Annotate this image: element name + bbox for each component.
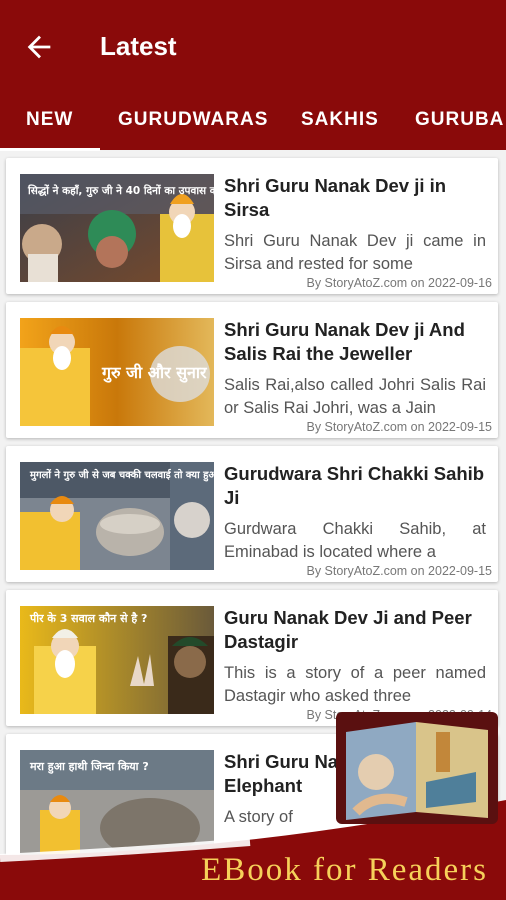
post-meta: By StoryAtoZ.com on 2022-09-16 bbox=[306, 276, 492, 290]
post-card[interactable]: गुरु जी और सुनार Shri Guru Nanak Dev ji … bbox=[6, 302, 498, 438]
tab-gurubani[interactable]: GURUBA bbox=[415, 109, 504, 131]
thumbnail-caption: पीर के 3 सवाल कौन से है ? bbox=[29, 611, 147, 625]
post-card[interactable]: सिद्धों ने कहाँ, गुरु जी ने 40 दिनों का … bbox=[6, 158, 498, 294]
post-thumbnail: मुगलों ने गुरु जी से जब चक्की चलवाई तो क… bbox=[20, 462, 214, 570]
tab-sakhis[interactable]: SAKHIS bbox=[301, 109, 379, 131]
post-card[interactable]: मुगलों ने गुरु जी से जब चक्की चलवाई तो क… bbox=[6, 446, 498, 582]
post-meta: By StoryAtoZ.com on 2022-09-15 bbox=[306, 564, 492, 578]
page-title: Latest bbox=[100, 31, 177, 61]
promo-text[interactable]: EBook for Readers bbox=[0, 852, 488, 889]
thumbnail-caption: मरा हुआ हाथी जिन्दा किया ? bbox=[29, 759, 149, 774]
post-thumbnail: सिद्धों ने कहाँ, गुरु जी ने 40 दिनों का … bbox=[20, 174, 214, 282]
post-thumbnail: गुरु जी और सुनार bbox=[20, 318, 214, 426]
active-tab-indicator bbox=[0, 148, 100, 151]
post-title[interactable]: Shri Guru Nanak Dev ji in Sirsa bbox=[224, 174, 486, 222]
post-thumbnail: पीर के 3 सवाल कौन से है ? bbox=[20, 606, 214, 714]
tab-gurudwaras[interactable]: GURUDWARAS bbox=[118, 109, 268, 131]
thumbnail-caption: मुगलों ने गुरु जी से जब चक्की चलवाई तो क… bbox=[29, 468, 214, 482]
post-title[interactable]: Guru Nanak Dev Ji and Peer Dastagir bbox=[224, 606, 486, 654]
tab-bar: NEW GURUDWARAS SAKHIS GURUBA bbox=[0, 96, 506, 150]
post-meta: By StoryAtoZ.com on 2022-09-15 bbox=[306, 420, 492, 434]
post-excerpt: Gurdwara Chakki Sahib, at Eminabad is lo… bbox=[224, 520, 486, 561]
thumbnail-caption: गुरु जी और सुनार bbox=[101, 363, 208, 383]
post-title[interactable]: Gurudwara Shri Chakki Sahib Ji bbox=[224, 462, 486, 510]
book-illustration bbox=[336, 712, 498, 824]
thumbnail-caption: सिद्धों ने कहाँ, गुरु जी ने 40 दिनों का … bbox=[27, 184, 214, 198]
post-excerpt: Shri Guru Nanak Dev ji came in Sirsa and… bbox=[224, 232, 486, 273]
tab-new[interactable]: NEW bbox=[26, 109, 73, 131]
post-card[interactable]: पीर के 3 सवाल कौन से है ? Guru Nanak Dev… bbox=[6, 590, 498, 726]
arrow-back-icon[interactable] bbox=[22, 30, 56, 64]
post-excerpt: This is a story of a peer named Dastagir… bbox=[224, 664, 486, 705]
post-title[interactable]: Shri Guru Nanak Dev ji And Salis Rai the… bbox=[224, 318, 486, 366]
post-excerpt: Salis Rai,also called Johri Salis Rai or… bbox=[224, 376, 486, 417]
